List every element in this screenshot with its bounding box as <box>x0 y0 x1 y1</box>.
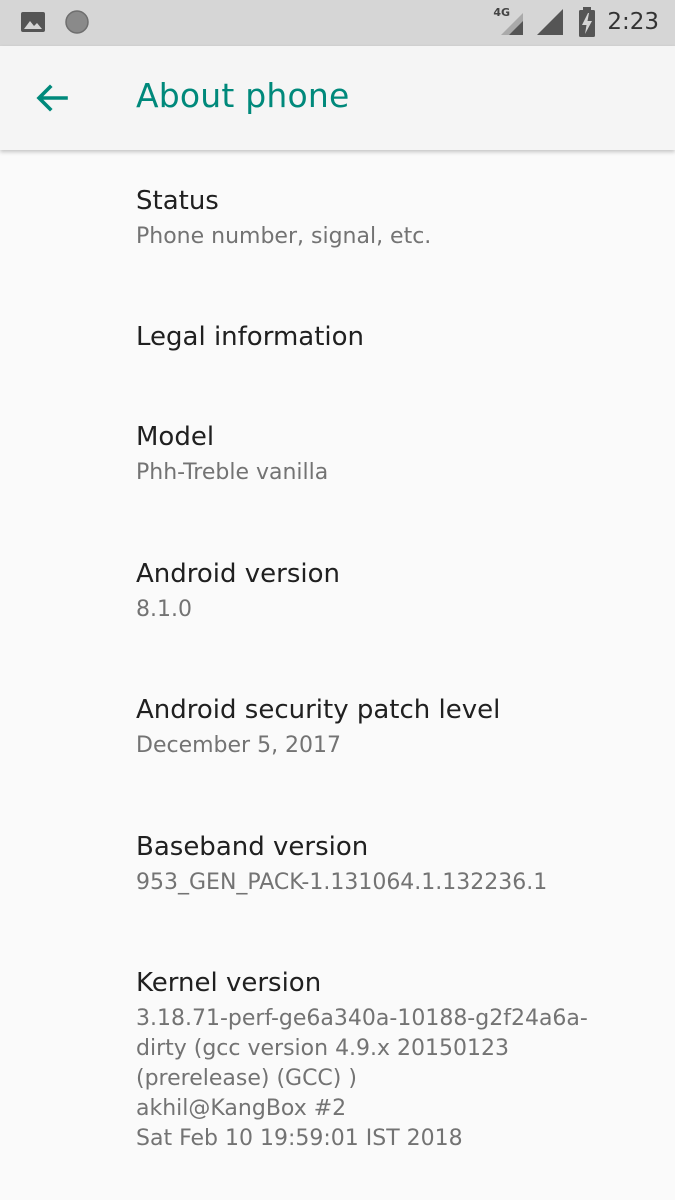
settings-item-kernel-version[interactable]: Kernel version 3.18.71-perf-ge6a340a-101… <box>136 966 656 1154</box>
app-toolbar: About phone <box>0 46 675 150</box>
settings-item-title: Legal information <box>136 322 365 352</box>
settings-item-summary: Phone number, signal, etc. <box>136 224 432 249</box>
settings-item-model[interactable]: Model Phh-Treble vanilla <box>136 420 656 488</box>
signal-4g-icon: 4G <box>493 6 527 37</box>
settings-item-security-patch-level[interactable]: Android security patch level December 5,… <box>136 693 656 761</box>
image-notification-icon <box>20 9 46 35</box>
page-title: About phone <box>136 76 350 115</box>
status-bar-system: 4G 2:23 <box>493 6 659 38</box>
settings-item-summary: December 5, 2017 <box>136 733 342 758</box>
battery-charging-icon <box>577 6 597 38</box>
settings-item-title: Kernel version <box>136 968 322 998</box>
settings-item-legal-information[interactable]: Legal information <box>136 320 656 354</box>
settings-item-title: Android security patch level <box>136 695 501 725</box>
settings-item-baseband-version[interactable]: Baseband version 953_GEN_PACK-1.131064.1… <box>136 830 656 898</box>
circle-notification-icon <box>64 9 90 35</box>
settings-item-title: Android version <box>136 559 341 589</box>
signal-icon <box>535 7 565 37</box>
settings-item-summary: Phh-Treble vanilla <box>136 460 329 485</box>
settings-item-status[interactable]: Status Phone number, signal, etc. <box>136 184 656 252</box>
status-bar-notifications <box>20 9 90 35</box>
settings-item-title: Status <box>136 186 219 216</box>
status-bar-time: 2:23 <box>607 9 659 35</box>
settings-item-android-version[interactable]: Android version 8.1.0 <box>136 557 656 625</box>
back-arrow-icon[interactable] <box>34 80 70 116</box>
settings-item-summary: 8.1.0 <box>136 597 192 622</box>
status-bar: 4G 2:23 <box>0 0 675 46</box>
settings-item-summary: 953_GEN_PACK-1.131064.1.132236.1 <box>136 870 548 895</box>
settings-item-title: Model <box>136 422 215 452</box>
settings-item-title: Baseband version <box>136 832 369 862</box>
settings-item-summary: 3.18.71-perf-ge6a340a-10188-g2f24a6a- di… <box>136 1006 588 1151</box>
